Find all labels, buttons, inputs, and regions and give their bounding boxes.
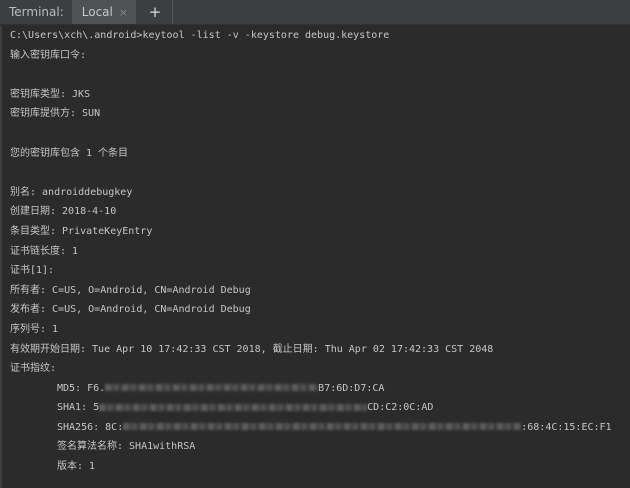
divider <box>172 0 174 24</box>
terminal-output[interactable]: C:\Users\xch\.android>keytool -list -v -… <box>0 26 630 488</box>
fingerprint-suffix: CD:C2:0C:AD <box>367 402 434 414</box>
tab-label: Local <box>81 5 113 19</box>
terminal-line: 证书指纹: <box>10 363 57 375</box>
terminal-line: 密钥库提供方: SUN <box>10 108 101 120</box>
close-icon[interactable]: × <box>119 6 128 19</box>
terminal-line: 密钥库类型: JKS <box>10 88 91 100</box>
version: 版本: 1 <box>57 461 96 473</box>
fingerprint-md5: MD5: F6. B7:6D:D7:CA <box>10 379 622 399</box>
terminal-line: 别名: androiddebugkey <box>10 186 133 198</box>
terminal-line: 条目类型: PrivateKeyEntry <box>10 225 153 237</box>
terminal-line: 创建日期: 2018-4-10 <box>10 206 117 218</box>
fingerprint-suffix: B7:6D:D7:CA <box>318 382 385 394</box>
fingerprint-prefix: SHA1: 5 <box>57 402 100 414</box>
fingerprint-suffix: :68:4C:15:EC:F1 <box>521 421 612 433</box>
signature-algorithm: 签名算法名称: SHA1withRSA <box>57 441 196 453</box>
fingerprint-sha1: SHA1: 5 CD:C2:0C:AD <box>10 398 622 418</box>
terminal-line: C:\Users\xch\.android>keytool -list -v -… <box>10 30 390 41</box>
terminal-line: 序列号: 1 <box>10 323 59 335</box>
terminal-line: 有效期开始日期: Tue Apr 10 17:42:33 CST 2018, 截… <box>10 343 494 355</box>
redacted-value <box>105 384 319 392</box>
terminal-tab-bar: Terminal: Local × + <box>0 0 630 25</box>
tab-local[interactable]: Local × <box>71 0 137 24</box>
fingerprint-sha256: SHA256: 8C: :68:4C:15:EC:F1 <box>10 418 622 438</box>
terminal-line: 证书[1]: <box>10 265 55 277</box>
terminal-line: 发布者: C=US, O=Android, CN=Android Debug <box>10 304 251 316</box>
terminal-title: Terminal: <box>9 5 64 19</box>
terminal-line: 证书链长度: 1 <box>10 245 79 257</box>
terminal-line: 所有者: C=US, O=Android, CN=Android Debug <box>10 284 251 296</box>
fingerprint-prefix: MD5: F6. <box>57 382 106 394</box>
redacted-value <box>99 403 368 411</box>
add-tab-button[interactable]: + <box>146 3 164 21</box>
terminal-line: 您的密钥库包含 1 个条目 <box>10 147 129 159</box>
fingerprint-prefix: SHA256: 8C: <box>57 421 124 433</box>
redacted-value <box>123 423 522 431</box>
terminal-line: 输入密钥库口令: <box>10 49 87 61</box>
